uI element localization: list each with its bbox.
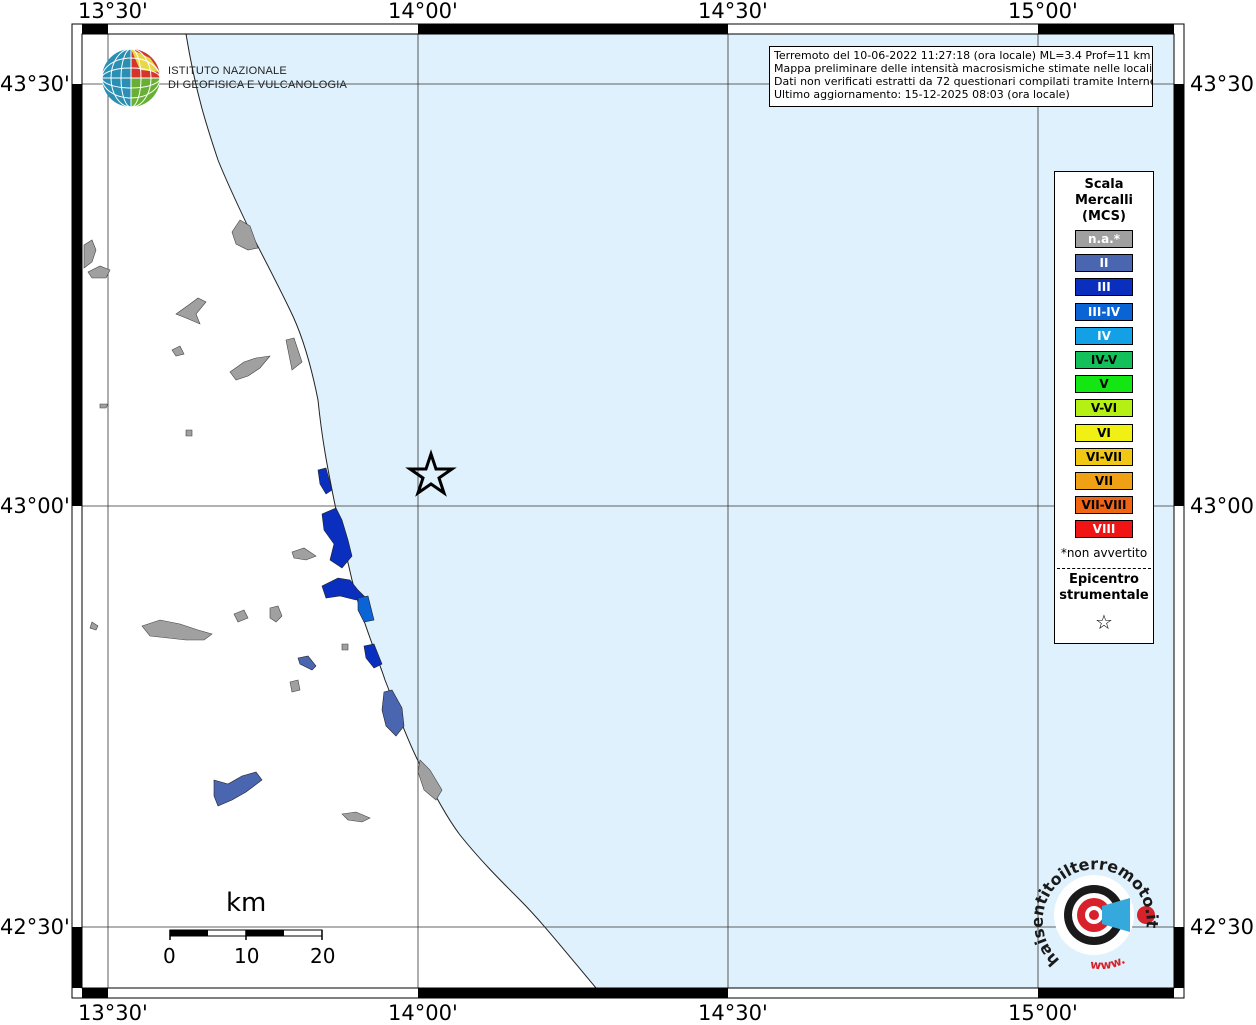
ingv-logo-icon [101, 48, 161, 108]
legend-epicenter-line2: strumentale [1059, 588, 1149, 603]
scalebar-label-10: 10 [234, 944, 260, 968]
lon-label-bottom-1330: 13°30' [78, 1001, 148, 1025]
haisentito-watermark: haisentitoilterremoto.it www. [1030, 854, 1162, 973]
lat-label-left-4330: 43°30' [0, 72, 70, 96]
legend-item: IV-V [1075, 351, 1133, 369]
lon-label-top-1500: 15°00' [1008, 0, 1078, 23]
lat-label-right-4230: 42°30' [1190, 915, 1256, 939]
legend-star-icon: ☆ [1095, 610, 1113, 634]
legend-item: V-VI [1075, 399, 1133, 418]
legend-item: III-IV [1075, 302, 1133, 321]
legend-item: VII [1075, 472, 1133, 490]
legend-item: n.a.* [1075, 230, 1133, 248]
lat-label-left-4300: 43°00' [0, 494, 70, 518]
legend-epicenter-label: Epicentro strumentale [1055, 572, 1153, 604]
legend-item: V [1075, 375, 1133, 394]
event-info-line2: Mappa preliminare delle intensità macros… [774, 62, 1153, 75]
watermark-text: haisentitoilterremoto.it [1030, 854, 1162, 970]
legend-item: VI-VII [1075, 447, 1133, 466]
ingv-name-line2: DI GEOFISICA E VULCANOLOGIA [168, 79, 347, 91]
scalebar-label-20: 20 [310, 944, 336, 968]
event-info-line1: Terremoto del 10-06-2022 11:27:18 (ora l… [774, 49, 1151, 62]
lat-label-left-4230: 42°30' [0, 915, 70, 939]
lon-label-bottom-1500: 15°00' [1008, 1001, 1078, 1025]
scalebar-unit: km [226, 888, 267, 918]
legend-title-line2: Mercalli [1074, 193, 1133, 208]
legend-epicenter-line1: Epicentro [1069, 572, 1139, 587]
lat-label-right-4300: 43°00' [1190, 494, 1256, 518]
legend-title-line1: Scala [1084, 177, 1124, 192]
event-info-line4: Ultimo aggiornamento: 15-12-2025 08:03 (… [774, 88, 1070, 101]
lon-label-top-1430: 14°30' [698, 0, 768, 23]
lat-label-right-4330: 43°30' [1190, 72, 1256, 96]
legend-item: VII-VIII [1075, 496, 1133, 515]
ingv-name-line1: ISTITUTO NAZIONALE [168, 65, 287, 77]
legend-item: VIII [1075, 520, 1133, 539]
legend-item: IV [1075, 326, 1133, 345]
watermark-url: www. [1090, 953, 1128, 973]
legend-separator [1057, 568, 1151, 569]
legend-note: *non avvertito [1060, 546, 1148, 560]
lon-label-bottom-1430: 14°30' [698, 1001, 768, 1025]
legend-title-line3: (MCS) [1082, 209, 1126, 224]
lon-label-top-1330: 13°30' [78, 0, 148, 23]
legend-item: III [1075, 278, 1133, 297]
legend-title: Scala Mercalli (MCS) [1055, 177, 1153, 225]
legend-item: VI [1075, 423, 1133, 442]
event-info-line3: Dati non verificati estratti da 72 quest… [774, 75, 1153, 88]
scalebar-label-0: 0 [163, 944, 176, 968]
lon-label-top-1400: 14°00' [388, 0, 458, 23]
mcs-legend: Scala Mercalli (MCS) n.a.* II III III-IV IV I… [1054, 171, 1154, 644]
legend-item: II [1075, 254, 1133, 273]
lon-label-bottom-1400: 14°00' [388, 1001, 458, 1025]
event-info-box: Terremoto del 10-06-2022 11:27:18 (ora l… [769, 46, 1153, 107]
